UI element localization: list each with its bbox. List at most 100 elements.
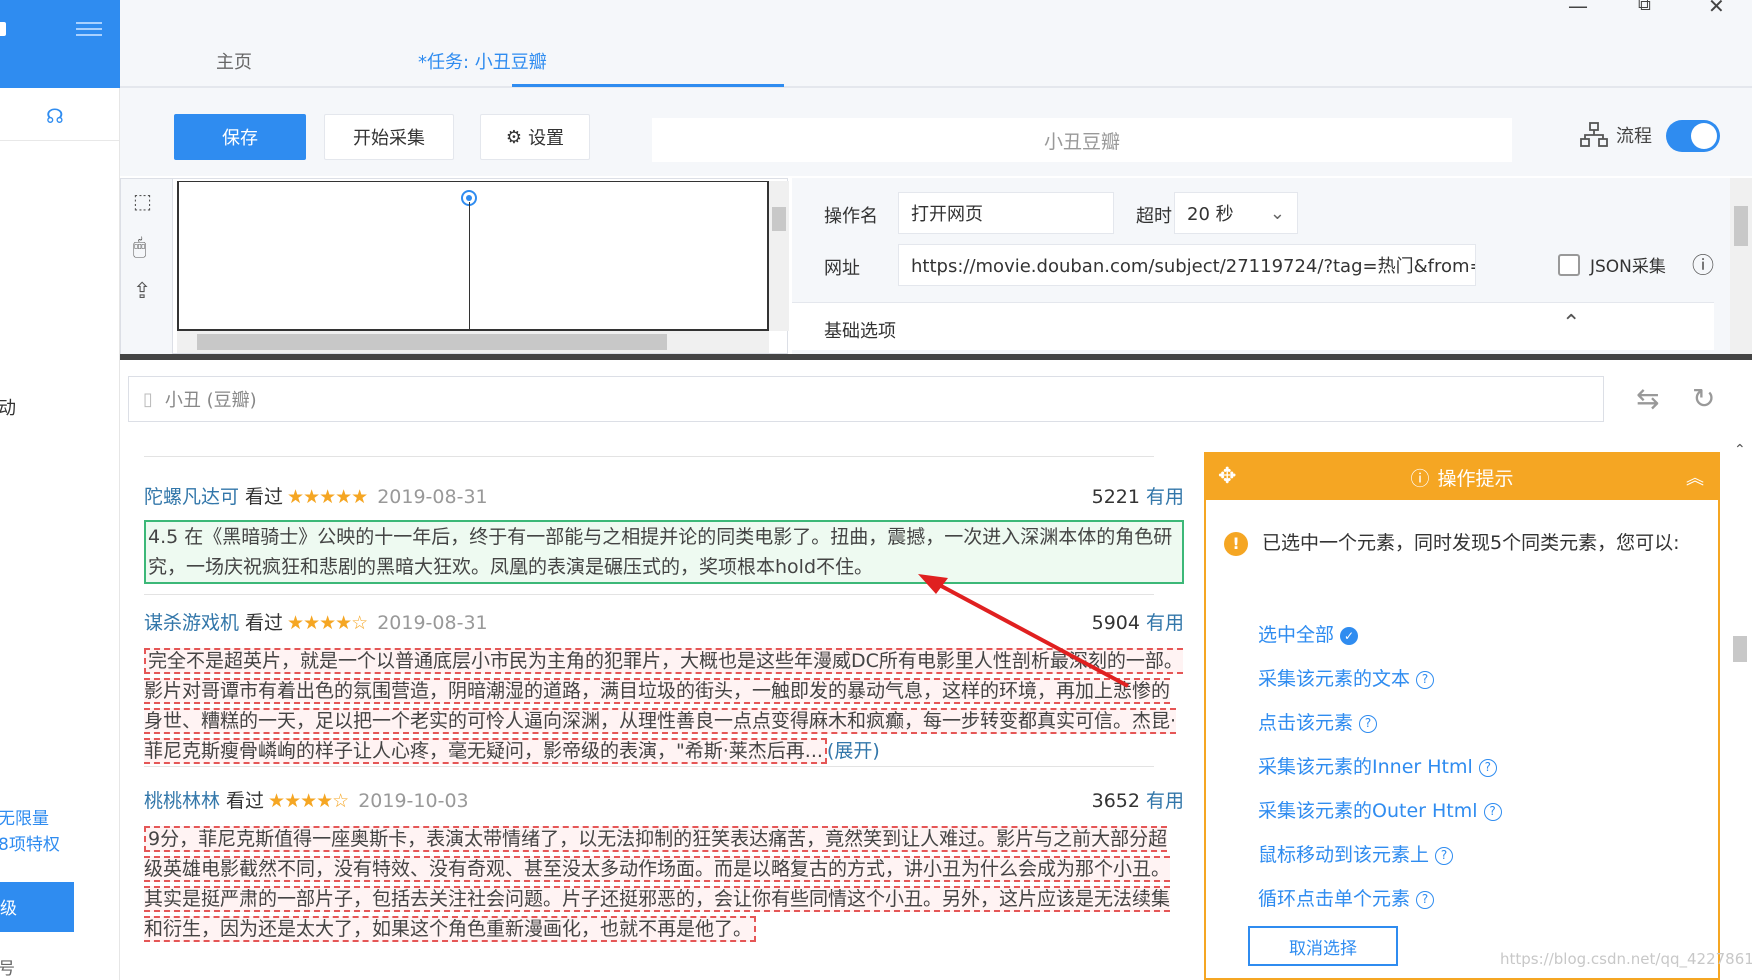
flow-canvas[interactable] <box>177 181 769 332</box>
refresh-icon[interactable]: ↻ <box>1692 382 1715 415</box>
action-label: 鼠标移动到该元素上 <box>1258 844 1430 866</box>
help-icon[interactable]: ? <box>1435 846 1454 865</box>
operation-hint-panel: ✥ ⓘ 操作提示 ︽ ! 已选中一个元素，同时发现5个同类元素，您可以: 选中全… <box>1204 452 1720 980</box>
flow-label: 流程 <box>1616 126 1652 147</box>
upgrade-button[interactable]: 级 <box>0 882 74 932</box>
tab-task[interactable]: *任务: 小丑豆瓣 <box>418 48 547 74</box>
flow-tool-column: ⬚ 🖱 ⇪ <box>121 179 173 355</box>
action-collect-inner-html[interactable]: 采集该元素的Inner Html? <box>1258 752 1497 779</box>
useful-vote[interactable]: 5904 有用 <box>1092 608 1184 635</box>
help-icon[interactable]: ? <box>1483 802 1502 821</box>
vip-promo[interactable]: 无限量 8项特权 <box>0 806 60 858</box>
settings-button[interactable]: ⚙ 设置 <box>480 114 590 160</box>
page-title: 小丑 (豆瓣) <box>164 390 257 411</box>
help-icon[interactable]: ? <box>1478 758 1497 777</box>
action-collect-outer-html[interactable]: 采集该元素的Outer Html? <box>1258 796 1502 823</box>
gear-icon: ⚙ <box>505 126 523 148</box>
scroll-thumb[interactable] <box>1733 636 1747 662</box>
timeout-value: 20 秒 <box>1187 204 1234 225</box>
review-text-similar[interactable]: 9分，菲尼克斯值得一座奥斯卡，表演太带情绪了，以无法抑制的狂笑表达痛苦，竟然笑到… <box>144 826 1171 942</box>
vertical-scrollbar[interactable] <box>769 181 789 331</box>
useful-count: 3652 <box>1091 790 1140 812</box>
useful-label: 有用 <box>1145 790 1184 812</box>
basic-options-header[interactable]: 基础选项 ⌃ <box>792 302 1714 350</box>
chevron-up-icon: ⌃ <box>1562 311 1581 336</box>
review-status: 看过 <box>245 612 284 634</box>
tab-home[interactable]: 主页 <box>216 48 252 74</box>
flow-line <box>469 202 470 332</box>
toolbar: 保存 开始采集 ⚙ 设置 小丑豆瓣 流程 <box>120 88 1752 176</box>
close-button[interactable]: ✕ <box>1708 0 1725 18</box>
watermark: https://blog.csdn.net/qq_42278615 <box>1500 950 1752 968</box>
scroll-thumb[interactable] <box>1734 206 1748 246</box>
expand-link[interactable]: (展开) <box>827 740 880 762</box>
chevron-down-icon: ⌄ <box>1269 202 1285 224</box>
scroll-thumb[interactable] <box>772 207 786 231</box>
cancel-selection-button[interactable]: 取消选择 <box>1248 926 1398 966</box>
hint-header: ✥ ⓘ 操作提示 ︽ <box>1206 454 1718 500</box>
flow-toggle-label[interactable]: 流程 <box>1580 122 1652 148</box>
useful-label: 有用 <box>1145 486 1184 508</box>
chevron-up-icon[interactable]: ⌃ <box>1734 442 1746 458</box>
review-status: 看过 <box>226 790 265 812</box>
review-item: 谋杀游戏机 看过 ★★★★☆ 2019-08-31 5904 有用 完全不是超英片，就是… <box>144 608 1184 766</box>
useful-count: 5221 <box>1091 486 1140 508</box>
minimize-button[interactable]: — <box>1568 0 1588 18</box>
help-icon[interactable]: ? <box>1416 890 1435 909</box>
action-hover-element[interactable]: 鼠标移动到该元素上? <box>1258 840 1454 867</box>
active-tab-indicator <box>512 84 784 87</box>
task-name-field[interactable]: 小丑豆瓣 <box>652 118 1512 162</box>
browser-address-bar[interactable]: ▯ 小丑 (豆瓣) <box>128 376 1604 422</box>
sidebar: ☊ 动 无限量 8项特权 级 号 <box>0 88 120 980</box>
vertical-scrollbar[interactable]: ⌃ <box>1728 440 1752 980</box>
useful-count: 5904 <box>1091 612 1140 634</box>
review-item: 桃桃林林 看过 ★★★★☆ 2019-10-03 3652 有用 9分，菲尼克斯值得一座… <box>144 786 1184 944</box>
chat-icon[interactable] <box>0 22 6 36</box>
timeout-label: 超时 <box>1136 206 1172 227</box>
useful-vote[interactable]: 3652 有用 <box>1092 786 1184 813</box>
review-item: 陀螺凡达可 看过 ★★★★★ 2019-08-31 5221 有用 4.5 在《黑暗骑士… <box>144 482 1184 584</box>
url-input[interactable]: https://movie.douban.com/subject/2711972… <box>898 244 1476 286</box>
mouse-icon[interactable]: 🖱 <box>133 235 146 260</box>
select-area-icon[interactable]: ⬚ <box>133 189 152 213</box>
flow-toggle[interactable] <box>1666 120 1720 152</box>
review-date: 2019-08-31 <box>377 486 488 508</box>
warning-icon: ! <box>1224 532 1248 556</box>
headset-icon[interactable]: ☊ <box>46 104 64 128</box>
collapse-icon[interactable]: ︽ <box>1686 464 1704 490</box>
review-body: 9分，菲尼克斯值得一座奥斯卡，表演太带情绪了，以无法抑制的狂笑表达痛苦，竟然笑到… <box>144 824 1184 944</box>
sidebar-item-label[interactable]: 动 <box>0 394 16 420</box>
help-icon[interactable]: ? <box>1416 670 1435 689</box>
vertical-scrollbar[interactable] <box>1730 178 1752 354</box>
review-user[interactable]: 谋杀游戏机 <box>144 612 239 634</box>
useful-vote[interactable]: 5221 有用 <box>1092 482 1184 509</box>
help-icon[interactable]: ? <box>1359 714 1378 733</box>
action-label: 采集该元素的Inner Html <box>1258 756 1473 778</box>
timeout-select[interactable]: 20 秒 ⌄ <box>1174 192 1298 234</box>
help-icon[interactable]: ⓘ <box>1692 248 1714 280</box>
json-label: JSON采集 <box>1590 257 1666 277</box>
action-label: 点击该元素 <box>1258 712 1354 734</box>
review-user[interactable]: 桃桃林林 <box>144 790 220 812</box>
save-button[interactable]: 保存 <box>174 114 306 160</box>
swap-icon[interactable]: ⇆ <box>1636 382 1659 415</box>
export-icon[interactable]: ⇪ <box>133 279 151 304</box>
restore-button[interactable]: ⧉ <box>1638 0 1651 15</box>
menu-icon[interactable] <box>76 22 102 36</box>
start-collect-button[interactable]: 开始采集 <box>324 114 454 160</box>
op-name-input[interactable]: 打开网页 <box>898 192 1114 234</box>
review-user[interactable]: 陀螺凡达可 <box>144 486 239 508</box>
splitter[interactable] <box>120 354 1752 360</box>
review-text-selected[interactable]: 4.5 在《黑暗骑士》公映的十一年后，终于有一部能与之相提并论的同类电影了。扭曲… <box>144 520 1184 584</box>
action-click-element[interactable]: 点击该元素? <box>1258 708 1378 735</box>
json-checkbox[interactable] <box>1558 254 1580 276</box>
action-select-all[interactable]: 选中全部 ✓ <box>1258 620 1359 647</box>
scroll-thumb[interactable] <box>197 334 667 350</box>
op-name-label: 操作名 <box>824 206 878 227</box>
action-collect-text[interactable]: 采集该元素的文本? <box>1258 664 1435 691</box>
horizontal-scrollbar[interactable] <box>177 331 769 353</box>
review-text-similar[interactable]: 完全不是超英片，就是一个以普通底层小市民为主角的犯罪片，大概也是这些年漫威DC所… <box>144 648 1183 764</box>
move-icon[interactable]: ✥ <box>1218 464 1236 489</box>
review-header: 陀螺凡达可 看过 ★★★★★ 2019-08-31 5221 有用 <box>144 482 1184 512</box>
action-loop-click[interactable]: 循环点击单个元素? <box>1258 884 1435 911</box>
